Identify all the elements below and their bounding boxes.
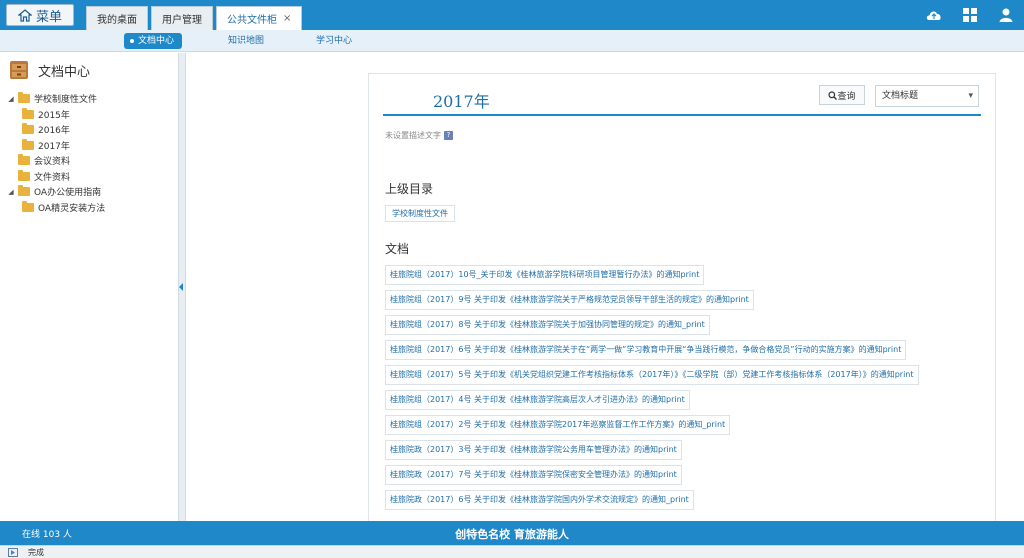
parent-folder-link[interactable]: 学校制度性文件 — [385, 205, 455, 222]
sidebar: 文档中心 ◢ 学校制度性文件 2015年 2016年 2017年 会议资料 文件资… — [0, 53, 178, 521]
subnav-learning-center[interactable]: 学习中心 — [316, 33, 352, 49]
tab-user-management[interactable]: 用户管理 — [151, 6, 213, 30]
folder-icon — [18, 185, 30, 197]
tab-my-desktop[interactable]: 我的桌面 — [86, 6, 148, 30]
folder-tree: ◢ 学校制度性文件 2015年 2016年 2017年 会议资料 文件资料 ◢ OA… — [6, 91, 105, 215]
tree-node-2015[interactable]: 2015年 — [6, 107, 105, 123]
expand-toggle-icon[interactable]: ◢ — [6, 95, 16, 103]
tree-node-2017[interactable]: 2017年 — [6, 138, 105, 154]
close-icon[interactable]: × — [283, 13, 291, 24]
folder-icon — [18, 169, 30, 181]
folder-icon — [18, 154, 30, 166]
home-icon — [17, 8, 32, 22]
tree-node-school-policy[interactable]: ◢ 学校制度性文件 — [6, 91, 105, 107]
tab-public-file-cabinet[interactable]: 公共文件柜 × — [216, 6, 303, 30]
file-cabinet-icon — [10, 61, 28, 79]
tree-node-oa-install[interactable]: OA精灵安装方法 — [6, 200, 105, 216]
menu-label: 菜单 — [35, 9, 62, 25]
main-content: 2017年 查询 文档标题 未设置描述文字? 上级目录 学校制度性文件 文档 桂… — [186, 53, 1024, 533]
document-link[interactable]: 桂旅院组（2017）9号 关于印发《桂林旅游学院关于严格规范党员领导干部生活的规… — [385, 290, 754, 310]
page-status-icon — [8, 547, 18, 557]
folder-icon — [22, 200, 34, 212]
tree-node-2016[interactable]: 2016年 — [6, 122, 105, 138]
sidebar-title: 文档中心 — [38, 64, 91, 80]
folder-icon — [22, 138, 34, 150]
document-link[interactable]: 桂旅院组（2017）4号 关于印发《桂林旅游学院高层次人才引进办法》的通知pri… — [385, 390, 690, 410]
sub-nav: 文档中心 知识地图 学习中心 — [0, 30, 1024, 52]
browser-status-bar: 完成 — [0, 545, 1024, 558]
help-icon[interactable]: ? — [444, 131, 453, 140]
user-icon[interactable] — [996, 6, 1016, 24]
document-link[interactable]: 桂旅院组（2017）5号 关于印发《机关党组织党建工作考核指标体系（2017年）… — [385, 365, 919, 385]
page-title: 2017年 — [433, 92, 490, 111]
top-bar: 菜单 我的桌面 用户管理 公共文件柜 × — [0, 0, 1024, 30]
sidebar-splitter[interactable] — [178, 53, 186, 521]
top-icons — [924, 6, 1016, 24]
apps-icon[interactable] — [960, 6, 980, 24]
search-field-select[interactable]: 文档标题 — [875, 85, 979, 107]
search-button[interactable]: 查询 — [819, 85, 865, 105]
footer-slogan: 创特色名校 育旅游能人 — [455, 528, 569, 541]
tree-node-file-materials[interactable]: 文件资料 — [6, 169, 105, 185]
tree-node-meeting-materials[interactable]: 会议资料 — [6, 153, 105, 169]
document-link[interactable]: 桂旅院政（2017）3号 关于印发《桂林旅游学院公务用车管理办法》的通知prin… — [385, 440, 682, 460]
folder-icon — [18, 92, 30, 104]
panel-header: 2017年 查询 文档标题 — [383, 74, 981, 116]
subnav-document-center[interactable]: 文档中心 — [124, 33, 183, 49]
cloud-icon[interactable] — [924, 6, 944, 24]
document-link[interactable]: 桂旅院组（2017）8号 关于印发《桂林旅游学院关于加强协同管理的规定》的通知_… — [385, 315, 710, 335]
folder-icon — [22, 123, 34, 135]
folder-icon — [22, 107, 34, 119]
folder-description: 未设置描述文字? — [385, 130, 453, 141]
footer: 在线 103 人 创特色名校 育旅游能人 — [0, 521, 1024, 545]
collapse-arrow-icon[interactable] — [179, 283, 183, 291]
document-link[interactable]: 桂旅院组（2017）6号 关于印发《桂林旅游学院关于在“两学一做”学习教育中开展… — [385, 340, 907, 360]
document-list: 桂旅院组（2017）10号_关于印发《桂林旅游学院科研项目管理暂行办法》的通知p… — [385, 265, 979, 515]
document-link[interactable]: 桂旅院组（2017）10号_关于印发《桂林旅游学院科研项目管理暂行办法》的通知p… — [385, 265, 705, 285]
tab-bar: 我的桌面 用户管理 公共文件柜 × — [86, 6, 305, 30]
sidebar-header: 文档中心 — [8, 59, 90, 81]
tree-node-oa-guide[interactable]: ◢ OA办公使用指南 — [6, 184, 105, 200]
status-text: 完成 — [28, 547, 44, 557]
document-link[interactable]: 桂旅院组（2017）2号 关于印发《桂林旅游学院2017年巡察监督工作工作方案》… — [385, 415, 731, 435]
expand-toggle-icon[interactable]: ◢ — [6, 188, 16, 196]
subnav-knowledge-map[interactable]: 知识地图 — [228, 33, 264, 49]
parent-section-title: 上级目录 — [385, 182, 434, 196]
search-icon — [828, 90, 838, 100]
docs-section-title: 文档 — [385, 242, 410, 256]
folder-panel: 2017年 查询 文档标题 未设置描述文字? 上级目录 学校制度性文件 文档 桂… — [368, 73, 996, 533]
document-link[interactable]: 桂旅院政（2017）6号 关于印发《桂林旅游学院国内外学术交流规定》的通知_pr… — [385, 490, 694, 510]
document-link[interactable]: 桂旅院政（2017）7号 关于印发《桂林旅游学院保密安全管理办法》的通知prin… — [385, 465, 682, 485]
menu-button[interactable]: 菜单 — [6, 4, 74, 26]
